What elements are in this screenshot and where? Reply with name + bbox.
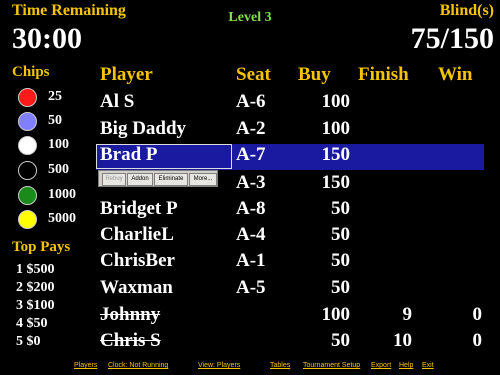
player-buy: 50 [331,224,350,245]
header-finish[interactable]: Finish [358,64,409,86]
link-export[interactable]: Export [371,362,391,369]
player-name: Waxman [100,277,173,298]
player-seat: A-7 [236,144,266,165]
chip-value: 100 [48,137,69,152]
player-win: 0 [472,330,483,351]
pay-item: 1 $500 [16,262,55,277]
player-buy: 100 [321,91,351,112]
player-buy: 50 [331,330,350,351]
player-buy: 100 [321,118,351,139]
link-tables[interactable]: Tables [270,362,290,369]
link-exit[interactable]: Exit [422,362,434,369]
player-name: CharlieL [100,224,174,245]
header-buy[interactable]: Buy [298,64,331,86]
table-row[interactable]: Bridget P A-8 50 [96,198,484,224]
player-seat: A-6 [236,91,266,112]
chip-blue-icon [18,112,37,131]
chip-value: 1000 [48,187,76,202]
chip-value: 500 [48,162,69,177]
link-clock[interactable]: Clock: Not Running [108,362,168,369]
table-row[interactable]: ChrisBer A-1 50 [96,250,484,276]
player-seat: A-8 [236,198,266,219]
player-name: ChrisBer [100,250,175,271]
table-row-eliminated[interactable]: Chris S 50 10 0 [96,330,484,356]
blinds-label: Blind(s) [439,2,494,19]
bottom-link-bar: Players Clock: Not Running View: Players… [0,360,500,375]
table-row[interactable]: Big Daddy A-2 100 [96,118,484,144]
time-remaining-value: 30:00 [12,22,82,55]
player-buy: 50 [331,250,350,271]
player-action-popup: Rebuy Addon Eliminate More... [98,170,218,187]
player-buy: 150 [321,172,351,193]
chips-title: Chips [12,64,50,80]
chip-white-icon [18,136,37,155]
link-tournament-setup[interactable]: Tournament Setup [303,362,360,369]
table-row[interactable]: CharlieL A-4 50 [96,224,484,250]
player-buy: 150 [321,144,351,165]
player-finish: 10 [393,330,412,351]
link-view-players[interactable]: View: Players [198,362,240,369]
more-button[interactable]: More... [189,173,217,186]
chip-value: 50 [48,113,62,128]
chip-green-icon [18,186,37,205]
chip-value: 5000 [48,211,76,226]
rebuy-button[interactable]: Rebuy [102,173,126,186]
table-row[interactable]: Waxman A-5 50 [96,277,484,303]
pay-item: 4 $50 [16,316,48,331]
link-players[interactable]: Players [74,362,97,369]
top-pays-title: Top Pays [12,239,71,255]
header-player[interactable]: Player [100,64,153,86]
blinds-value: 75/150 [410,22,494,55]
player-name: Big Daddy [100,118,187,139]
player-seat: A-3 [236,172,266,193]
player-seat: A-2 [236,118,266,139]
player-seat: A-1 [236,250,266,271]
player-finish: 9 [402,304,413,325]
pay-item: 3 $100 [16,298,55,313]
link-help[interactable]: Help [399,362,413,369]
pay-item: 2 $200 [16,280,55,295]
player-seat: A-4 [236,224,266,245]
addon-button[interactable]: Addon [127,173,153,186]
pay-item: 5 $0 [16,334,41,349]
player-buy: 50 [331,198,350,219]
player-name: Johnny [100,304,161,325]
table-row-eliminated[interactable]: Johnny 100 9 0 [96,304,484,330]
player-name: Bridget P [100,198,178,219]
header-win[interactable]: Win [438,64,473,86]
header-seat[interactable]: Seat [236,64,271,86]
player-buy: 100 [321,304,351,325]
player-name-edit-box[interactable] [96,144,232,169]
chip-value: 25 [48,89,62,104]
player-name: Chris S [100,330,161,351]
chip-black-icon [18,161,37,180]
chip-red-icon [18,88,37,107]
player-buy: 50 [331,277,350,298]
table-row[interactable]: Al S A-6 100 [96,91,484,117]
eliminate-button[interactable]: Eliminate [154,173,188,186]
player-win: 0 [472,304,483,325]
player-seat: A-5 [236,277,266,298]
player-name: Al S [100,91,135,112]
chip-yellow-icon [18,210,37,229]
